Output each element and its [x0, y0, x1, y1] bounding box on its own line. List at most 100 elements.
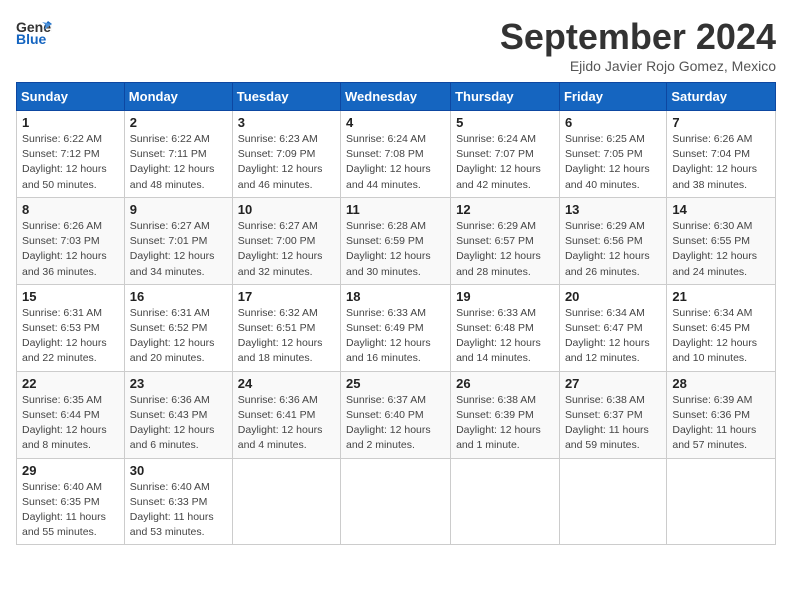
calendar-day-cell: 10 Sunrise: 6:27 AMSunset: 7:00 PMDayligh… [232, 197, 340, 284]
day-number: 3 [238, 115, 335, 130]
calendar-day-cell [232, 458, 340, 545]
day-info: Sunrise: 6:34 AMSunset: 6:47 PMDaylight:… [565, 306, 661, 367]
logo-icon: General Blue [16, 16, 52, 46]
calendar-day-cell: 7 Sunrise: 6:26 AMSunset: 7:04 PMDaylight… [667, 111, 776, 198]
month-title: September 2024 [500, 16, 776, 58]
calendar-header-row: SundayMondayTuesdayWednesdayThursdayFrid… [17, 83, 776, 111]
calendar-day-cell [559, 458, 666, 545]
column-header-monday: Monday [124, 83, 232, 111]
day-info: Sunrise: 6:38 AMSunset: 6:37 PMDaylight:… [565, 393, 661, 454]
day-info: Sunrise: 6:37 AMSunset: 6:40 PMDaylight:… [346, 393, 445, 454]
calendar-day-cell: 6Sunrise: 6:25 AMSunset: 7:05 PMDaylight… [559, 111, 666, 198]
svg-text:Blue: Blue [16, 31, 47, 46]
day-info: Sunrise: 6:35 AMSunset: 6:44 PMDaylight:… [22, 393, 119, 454]
calendar-table: SundayMondayTuesdayWednesdayThursdayFrid… [16, 82, 776, 545]
day-number: 27 [565, 376, 661, 391]
day-info: Sunrise: 6:33 AMSunset: 6:48 PMDaylight:… [456, 306, 554, 367]
calendar-day-cell: 15 Sunrise: 6:31 AMSunset: 6:53 PMDayligh… [17, 284, 125, 371]
calendar-week-row: 8Sunrise: 6:26 AMSunset: 7:03 PMDaylight… [17, 197, 776, 284]
day-info: Sunrise: 6:26 AMSunset: 7:04 PMDaylight:… [672, 132, 770, 193]
column-header-tuesday: Tuesday [232, 83, 340, 111]
day-number: 18 [346, 289, 445, 304]
day-number: 22 [22, 376, 119, 391]
day-number: 7 [672, 115, 770, 130]
day-info: Sunrise: 6:31 AMSunset: 6:53 PMDaylight:… [22, 306, 119, 367]
calendar-day-cell: 11Sunrise: 6:28 AMSunset: 6:59 PMDayligh… [341, 197, 451, 284]
day-number: 13 [565, 202, 661, 217]
calendar-day-cell: 28 Sunrise: 6:39 AMSunset: 6:36 PMDayligh… [667, 371, 776, 458]
day-info: Sunrise: 6:32 AMSunset: 6:51 PMDaylight:… [238, 306, 335, 367]
calendar-day-cell: 1 Sunrise: 6:22 AMSunset: 7:12 PMDaylight… [17, 111, 125, 198]
calendar-day-cell: 23 Sunrise: 6:36 AMSunset: 6:43 PMDayligh… [124, 371, 232, 458]
calendar-day-cell: 22 Sunrise: 6:35 AMSunset: 6:44 PMDayligh… [17, 371, 125, 458]
logo: General Blue [16, 16, 52, 46]
day-number: 5 [456, 115, 554, 130]
day-number: 30 [130, 463, 227, 478]
day-info: Sunrise: 6:33 AMSunset: 6:49 PMDaylight:… [346, 306, 445, 367]
day-info: Sunrise: 6:40 AMSunset: 6:35 PMDaylight:… [22, 480, 119, 541]
day-number: 24 [238, 376, 335, 391]
day-info: Sunrise: 6:34 AMSunset: 6:45 PMDaylight:… [672, 306, 770, 367]
day-number: 21 [672, 289, 770, 304]
calendar-day-cell: 19 Sunrise: 6:33 AMSunset: 6:48 PMDayligh… [451, 284, 560, 371]
calendar-day-cell: 26 Sunrise: 6:38 AMSunset: 6:39 PMDayligh… [451, 371, 560, 458]
calendar-week-row: 15 Sunrise: 6:31 AMSunset: 6:53 PMDayligh… [17, 284, 776, 371]
calendar-day-cell: 24 Sunrise: 6:36 AMSunset: 6:41 PMDayligh… [232, 371, 340, 458]
day-info: Sunrise: 6:23 AMSunset: 7:09 PMDaylight:… [238, 132, 335, 193]
day-number: 4 [346, 115, 445, 130]
calendar-day-cell: 20Sunrise: 6:34 AMSunset: 6:47 PMDayligh… [559, 284, 666, 371]
day-number: 19 [456, 289, 554, 304]
page-header: General Blue September 2024 Ejido Javier… [16, 16, 776, 74]
calendar-day-cell: 17 Sunrise: 6:32 AMSunset: 6:51 PMDayligh… [232, 284, 340, 371]
day-info: Sunrise: 6:27 AMSunset: 7:01 PMDaylight:… [130, 219, 227, 280]
calendar-day-cell: 25 Sunrise: 6:37 AMSunset: 6:40 PMDayligh… [341, 371, 451, 458]
calendar-day-cell: 12Sunrise: 6:29 AMSunset: 6:57 PMDayligh… [451, 197, 560, 284]
calendar-day-cell: 18 Sunrise: 6:33 AMSunset: 6:49 PMDayligh… [341, 284, 451, 371]
calendar-day-cell [341, 458, 451, 545]
calendar-day-cell: 2 Sunrise: 6:22 AMSunset: 7:11 PMDaylight… [124, 111, 232, 198]
day-number: 16 [130, 289, 227, 304]
column-header-friday: Friday [559, 83, 666, 111]
day-info: Sunrise: 6:31 AMSunset: 6:52 PMDaylight:… [130, 306, 227, 367]
day-number: 9 [130, 202, 227, 217]
calendar-day-cell: 8Sunrise: 6:26 AMSunset: 7:03 PMDaylight… [17, 197, 125, 284]
day-number: 28 [672, 376, 770, 391]
calendar-day-cell: 29 Sunrise: 6:40 AMSunset: 6:35 PMDayligh… [17, 458, 125, 545]
day-info: Sunrise: 6:38 AMSunset: 6:39 PMDaylight:… [456, 393, 554, 454]
calendar-day-cell [667, 458, 776, 545]
day-info: Sunrise: 6:26 AMSunset: 7:03 PMDaylight:… [22, 219, 119, 280]
day-info: Sunrise: 6:22 AMSunset: 7:11 PMDaylight:… [130, 132, 227, 193]
day-info: Sunrise: 6:24 AMSunset: 7:08 PMDaylight:… [346, 132, 445, 193]
day-number: 15 [22, 289, 119, 304]
day-number: 11 [346, 202, 445, 217]
calendar-week-row: 29 Sunrise: 6:40 AMSunset: 6:35 PMDayligh… [17, 458, 776, 545]
day-number: 1 [22, 115, 119, 130]
day-info: Sunrise: 6:27 AMSunset: 7:00 PMDaylight:… [238, 219, 335, 280]
day-info: Sunrise: 6:25 AMSunset: 7:05 PMDaylight:… [565, 132, 661, 193]
column-header-wednesday: Wednesday [341, 83, 451, 111]
column-header-saturday: Saturday [667, 83, 776, 111]
calendar-day-cell: 14 Sunrise: 6:30 AMSunset: 6:55 PMDayligh… [667, 197, 776, 284]
day-number: 25 [346, 376, 445, 391]
day-info: Sunrise: 6:39 AMSunset: 6:36 PMDaylight:… [672, 393, 770, 454]
day-number: 14 [672, 202, 770, 217]
day-number: 2 [130, 115, 227, 130]
day-info: Sunrise: 6:36 AMSunset: 6:43 PMDaylight:… [130, 393, 227, 454]
day-number: 10 [238, 202, 335, 217]
day-number: 23 [130, 376, 227, 391]
day-info: Sunrise: 6:24 AMSunset: 7:07 PMDaylight:… [456, 132, 554, 193]
day-info: Sunrise: 6:30 AMSunset: 6:55 PMDaylight:… [672, 219, 770, 280]
calendar-day-cell: 16 Sunrise: 6:31 AMSunset: 6:52 PMDayligh… [124, 284, 232, 371]
day-number: 26 [456, 376, 554, 391]
calendar-day-cell: 21 Sunrise: 6:34 AMSunset: 6:45 PMDayligh… [667, 284, 776, 371]
day-number: 29 [22, 463, 119, 478]
calendar-day-cell [451, 458, 560, 545]
calendar-day-cell: 27 Sunrise: 6:38 AMSunset: 6:37 PMDayligh… [559, 371, 666, 458]
location-subtitle: Ejido Javier Rojo Gomez, Mexico [500, 58, 776, 74]
column-header-thursday: Thursday [451, 83, 560, 111]
day-info: Sunrise: 6:36 AMSunset: 6:41 PMDaylight:… [238, 393, 335, 454]
day-number: 17 [238, 289, 335, 304]
calendar-day-cell: 5 Sunrise: 6:24 AMSunset: 7:07 PMDaylight… [451, 111, 560, 198]
calendar-day-cell: 13Sunrise: 6:29 AMSunset: 6:56 PMDayligh… [559, 197, 666, 284]
day-info: Sunrise: 6:22 AMSunset: 7:12 PMDaylight:… [22, 132, 119, 193]
